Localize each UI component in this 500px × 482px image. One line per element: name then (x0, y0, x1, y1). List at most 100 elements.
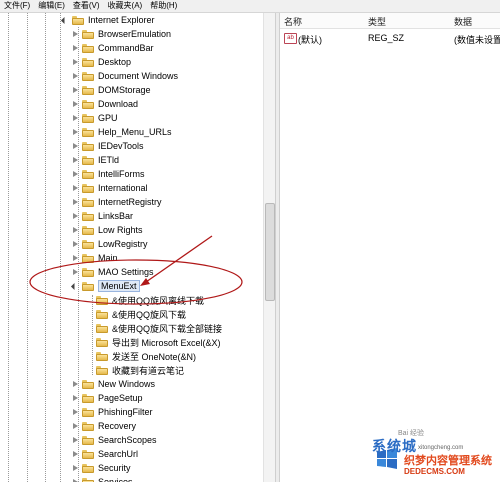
menu-edit[interactable]: 编辑(E) (34, 0, 69, 12)
value-row[interactable]: ab (默认) REG_SZ (数值未设置) (280, 31, 500, 45)
collapsed-arrow-icon[interactable] (72, 226, 79, 234)
collapsed-arrow-icon[interactable] (72, 394, 79, 402)
tree-node[interactable]: Internet Explorer (62, 13, 155, 27)
folder-icon (96, 337, 108, 347)
tree-node[interactable]: CommandBar (72, 41, 154, 55)
folder-icon (82, 253, 94, 263)
tree-node[interactable]: SearchScopes (72, 433, 157, 447)
collapsed-arrow-icon[interactable] (72, 170, 79, 178)
tree-guide (60, 13, 62, 482)
collapsed-arrow-icon[interactable] (72, 380, 79, 388)
collapsed-arrow-icon[interactable] (72, 184, 79, 192)
menu-bar: 文件(F) 编辑(E) 查看(V) 收藏夹(A) 帮助(H) (0, 0, 500, 13)
tree-node[interactable]: InternetRegistry (72, 195, 162, 209)
folder-icon (82, 71, 94, 81)
collapsed-arrow-icon[interactable] (72, 436, 79, 444)
menu-file[interactable]: 文件(F) (0, 0, 34, 12)
collapsed-arrow-icon[interactable] (72, 142, 79, 150)
tree-node[interactable]: Document Windows (72, 69, 178, 83)
collapsed-arrow-icon[interactable] (72, 198, 79, 206)
menu-view[interactable]: 查看(V) (69, 0, 104, 12)
column-type[interactable]: 类型 (368, 15, 386, 28)
collapsed-arrow-icon[interactable] (72, 156, 79, 164)
collapsed-arrow-icon[interactable] (72, 464, 79, 472)
collapsed-arrow-icon[interactable] (72, 86, 79, 94)
collapsed-arrow-icon[interactable] (72, 408, 79, 416)
tree-node[interactable]: Low Rights (72, 223, 143, 237)
tree-node[interactable]: Recovery (72, 419, 136, 433)
collapsed-arrow-icon[interactable] (72, 114, 79, 122)
column-name[interactable]: 名称 (284, 15, 302, 28)
tree-node[interactable]: International (72, 181, 148, 195)
tree-node[interactable]: IEDevTools (72, 139, 144, 153)
values-pane[interactable]: 名称 类型 数据 ab (默认) REG_SZ (数值未设置) (280, 13, 500, 482)
tree-node-label: IETld (98, 155, 120, 165)
tree-node[interactable]: 导出到 Microsoft Excel(&X) (86, 335, 221, 349)
menu-favorites[interactable]: 收藏夹(A) (104, 0, 147, 12)
folder-icon (82, 379, 94, 389)
collapsed-arrow-icon[interactable] (72, 128, 79, 136)
tree-node-label: 收藏到有道云笔记 (112, 365, 185, 376)
tree-node[interactable]: IETld (72, 153, 119, 167)
folder-icon (82, 29, 94, 39)
tree-scrollbar[interactable] (263, 13, 275, 482)
collapsed-arrow-icon[interactable] (72, 100, 79, 108)
tree-node-label: PageSetup (98, 393, 143, 403)
folder-icon (82, 43, 94, 53)
tree-node[interactable]: SearchUrl (72, 447, 138, 461)
folder-icon (82, 127, 94, 137)
tree-node[interactable]: Desktop (72, 55, 131, 69)
tree-node-label: SearchScopes (98, 435, 157, 445)
collapsed-arrow-icon[interactable] (72, 450, 79, 458)
folder-icon (82, 85, 94, 95)
collapsed-arrow-icon[interactable] (72, 254, 79, 262)
tree-node[interactable]: &使用QQ旋风下载全部链接 (86, 321, 222, 335)
tree-node[interactable]: BrowserEmulation (72, 27, 171, 41)
column-data[interactable]: 数据 (454, 15, 472, 28)
folder-icon (96, 295, 108, 305)
tree-node-label: MAO Settings (98, 267, 154, 277)
collapsed-arrow-icon[interactable] (72, 44, 79, 52)
tree-node[interactable]: &使用QQ旋风下载 (86, 307, 186, 321)
tree-node[interactable]: Help_Menu_URLs (72, 125, 172, 139)
collapsed-arrow-icon[interactable] (72, 268, 79, 276)
collapsed-arrow-icon[interactable] (72, 478, 79, 482)
tree-node[interactable]: LowRegistry (72, 237, 148, 251)
tree-node[interactable]: 收藏到有道云笔记 (86, 363, 184, 377)
tree-node[interactable]: MAO Settings (72, 265, 154, 279)
tree-node[interactable]: GPU (72, 111, 118, 125)
tree-node[interactable]: New Windows (72, 377, 155, 391)
tree-node[interactable]: PhishingFilter (72, 405, 153, 419)
tree-node[interactable]: PageSetup (72, 391, 143, 405)
tree-node-label: BrowserEmulation (98, 29, 172, 39)
tree-node[interactable]: Download (72, 97, 138, 111)
scrollbar-thumb[interactable] (265, 203, 275, 301)
tree-node[interactable]: Main (72, 251, 118, 265)
tree-node[interactable]: Services (72, 475, 133, 482)
tree-node[interactable]: 发送至 OneNote(&N) (86, 349, 196, 363)
collapsed-arrow-icon[interactable] (72, 30, 79, 38)
collapsed-arrow-icon[interactable] (72, 72, 79, 80)
collapsed-arrow-icon[interactable] (72, 240, 79, 248)
tree-node[interactable]: IntelliForms (72, 167, 145, 181)
folder-icon (96, 351, 108, 361)
folder-icon (82, 267, 94, 277)
tree-node-label: Recovery (98, 421, 137, 431)
registry-tree[interactable]: Internet Explorer BrowserEmulation Command… (0, 13, 263, 482)
tree-node[interactable]: DOMStorage (72, 83, 151, 97)
folder-icon (96, 309, 108, 319)
folder-icon (82, 169, 94, 179)
tree-node-selected[interactable]: MenuExt (72, 279, 140, 293)
menu-help[interactable]: 帮助(H) (146, 0, 181, 12)
expanded-arrow-icon[interactable] (62, 17, 69, 24)
collapsed-arrow-icon[interactable] (72, 422, 79, 430)
tree-node-label: Security (98, 463, 131, 473)
collapsed-arrow-icon[interactable] (72, 212, 79, 220)
expanded-arrow-icon[interactable] (72, 283, 79, 290)
tree-node-label: LinksBar (98, 211, 134, 221)
tree-node[interactable]: &使用QQ旋风离线下载 (86, 293, 204, 307)
tree-node[interactable]: Security (72, 461, 131, 475)
tree-node[interactable]: LinksBar (72, 209, 133, 223)
folder-icon (82, 477, 94, 482)
collapsed-arrow-icon[interactable] (72, 58, 79, 66)
